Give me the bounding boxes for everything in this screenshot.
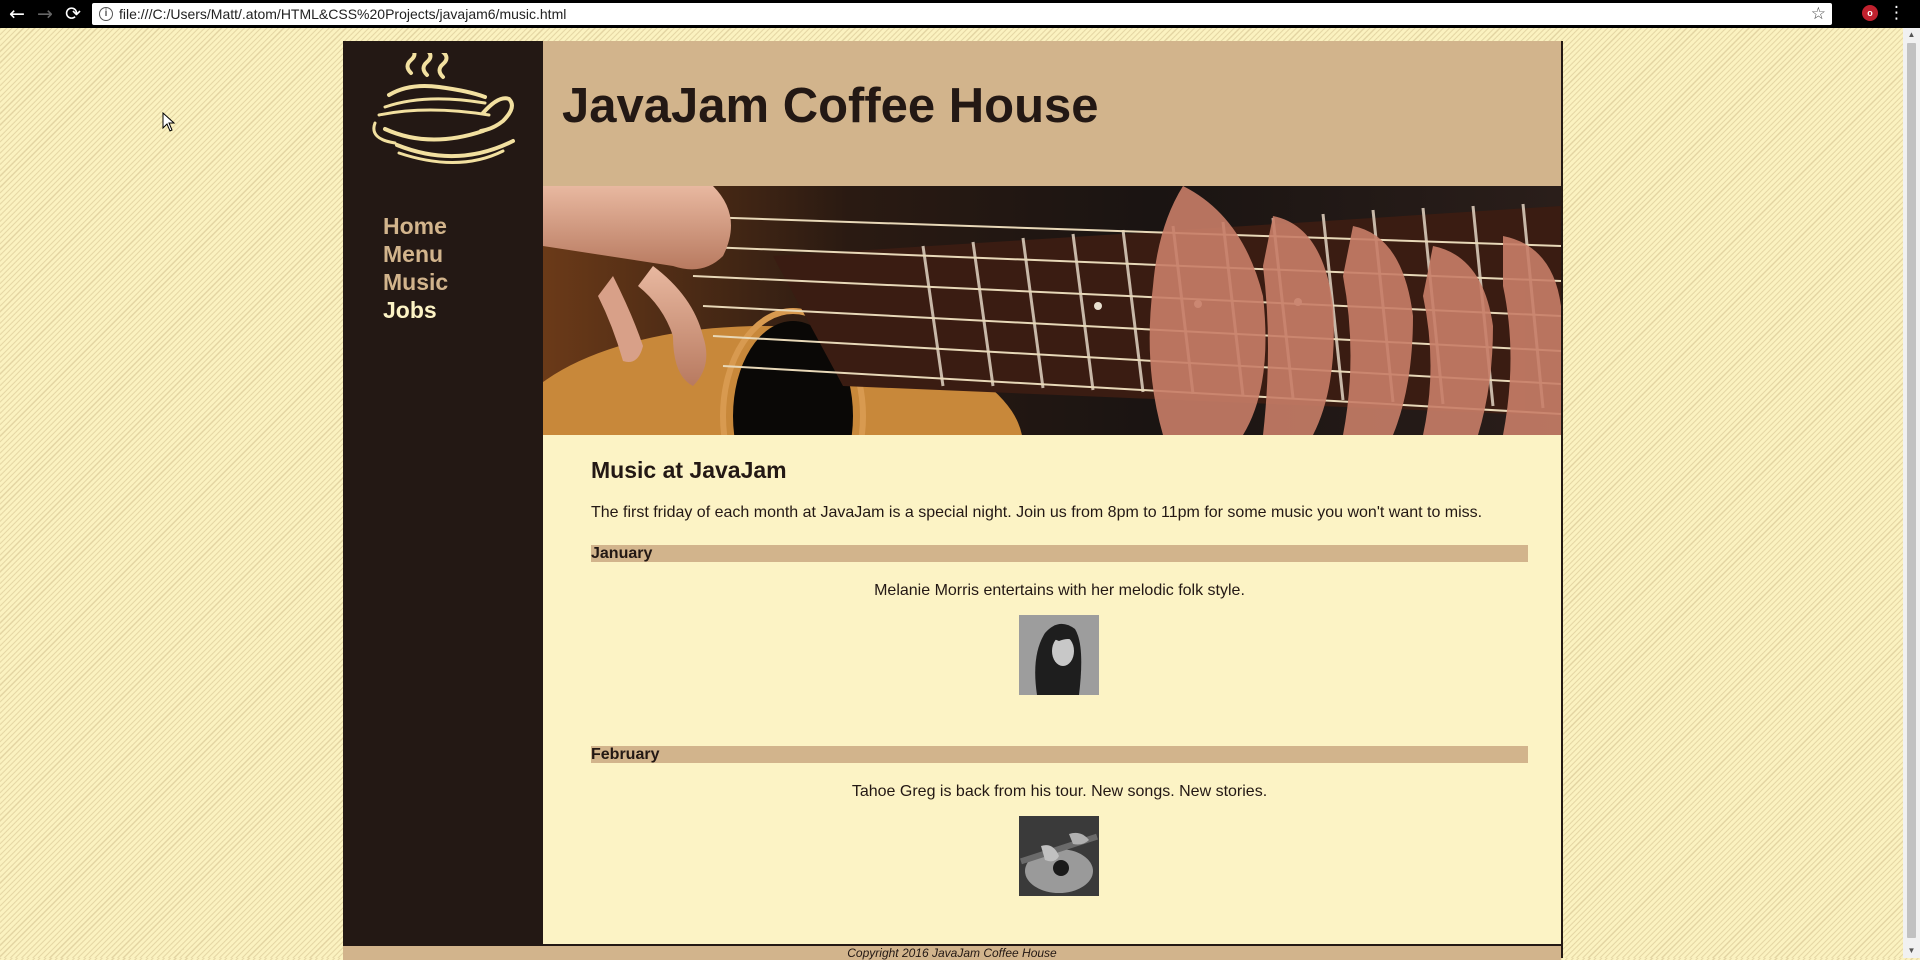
main-nav: Home Menu Music Jobs — [383, 212, 448, 324]
scroll-thumb[interactable] — [1907, 43, 1916, 938]
browser-toolbar: ← → ⟳ i file:///C:/Users/Matt/.atom/HTML… — [0, 0, 1920, 28]
page-wrapper: Home Menu Music Jobs JavaJam Coffee Hous… — [343, 41, 1563, 960]
vertical-scrollbar[interactable]: ▲ ▼ — [1903, 28, 1920, 958]
nav-link-menu[interactable]: Menu — [383, 240, 448, 268]
coffee-cup-logo — [372, 53, 515, 165]
guitar-hero-image — [543, 186, 1561, 435]
mouse-cursor-icon — [162, 112, 176, 132]
nav-link-home[interactable]: Home — [383, 212, 448, 240]
extension-icon[interactable]: o — [1862, 5, 1878, 21]
bookmark-star-icon[interactable]: ☆ — [1811, 3, 1826, 25]
event-description-january: Melanie Morris entertains with her melod… — [874, 582, 1245, 599]
month-heading-january: January — [591, 545, 1528, 562]
site-title: JavaJam Coffee House — [562, 79, 1099, 133]
address-bar[interactable]: i file:///C:/Users/Matt/.atom/HTML&CSS%2… — [92, 3, 1832, 25]
main-content: Music at JavaJam The first friday of eac… — [543, 435, 1561, 944]
nav-link-jobs[interactable]: Jobs — [383, 296, 448, 324]
intro-text: The first friday of each month at JavaJa… — [591, 504, 1483, 521]
menu-icon[interactable]: ⋮ — [1888, 2, 1905, 24]
event-description-february: Tahoe Greg is back from his tour. New so… — [851, 783, 1268, 800]
page-heading: Music at JavaJam — [591, 457, 787, 483]
reload-icon[interactable]: ⟳ — [62, 3, 84, 25]
back-icon[interactable]: ← — [6, 3, 28, 25]
site-header: JavaJam Coffee House — [543, 41, 1561, 186]
forward-icon[interactable]: → — [34, 3, 56, 25]
scroll-up-icon[interactable]: ▲ — [1903, 28, 1920, 42]
scroll-down-icon[interactable]: ▼ — [1903, 944, 1920, 958]
tahoe-greg-photo[interactable] — [1019, 816, 1099, 896]
nav-link-music[interactable]: Music — [383, 268, 448, 296]
melanie-photo[interactable] — [1019, 615, 1099, 695]
info-icon[interactable]: i — [99, 7, 113, 21]
url-text[interactable]: file:///C:/Users/Matt/.atom/HTML&CSS%20P… — [119, 3, 566, 25]
left-column: Home Menu Music Jobs — [343, 41, 543, 944]
month-heading-february: February — [591, 746, 1528, 763]
